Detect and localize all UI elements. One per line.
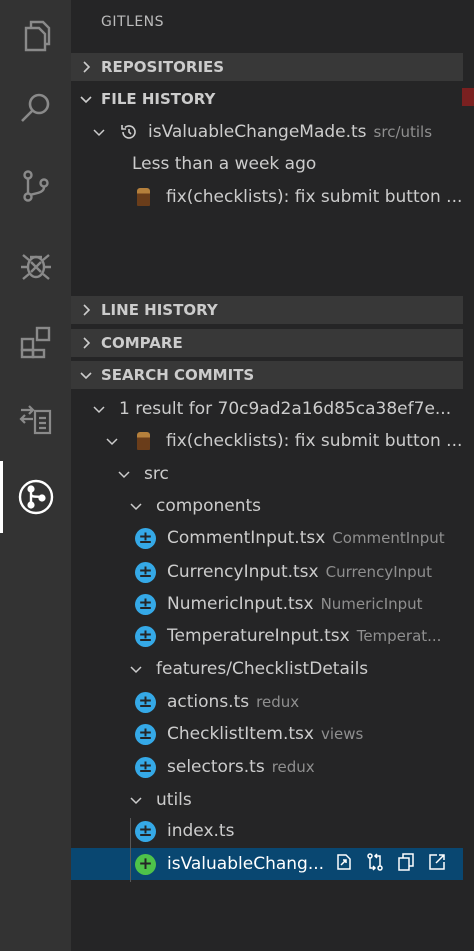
extensions-icon[interactable] — [0, 306, 71, 378]
file-node[interactable]: ± ChecklistItem.tsx views — [71, 718, 463, 750]
file-name: index.ts — [167, 821, 235, 841]
file-name: actions.ts — [167, 692, 250, 712]
folder-node-utils[interactable]: utils — [71, 784, 463, 816]
file-description: Temperat... — [356, 627, 442, 645]
copy-icon[interactable] — [396, 852, 416, 877]
file-name: TemperatureInput.tsx — [167, 626, 350, 646]
search-commit-node[interactable]: fix(checklists): fix submit button ... — [71, 425, 463, 457]
file-history-commit-node[interactable]: fix(checklists): fix submit button ... — [71, 181, 463, 213]
section-line-history[interactable]: LINE HISTORY — [71, 296, 463, 324]
chevron-down-icon — [104, 433, 120, 449]
file-name: ChecklistItem.tsx — [167, 724, 314, 744]
chevron-right-icon — [71, 303, 101, 317]
section-search-commits[interactable]: SEARCH COMMITS — [71, 361, 463, 389]
commit-message: fix(checklists): fix submit button ... — [166, 187, 463, 207]
folder-node-src[interactable]: src — [71, 458, 463, 490]
date-group-node[interactable]: Less than a week ago — [71, 148, 463, 180]
chevron-down-icon — [116, 466, 132, 482]
indent-guide — [130, 818, 131, 882]
gitlens-panel: GITLENS REPOSITORIES FILE HISTORY isValu… — [71, 0, 474, 951]
file-node[interactable]: ± CommentInput.tsx CommentInput — [71, 522, 463, 554]
file-history-file-node[interactable]: isValuableChangeMade.ts src/utils — [71, 116, 463, 148]
section-repositories[interactable]: REPOSITORIES — [71, 53, 463, 81]
file-description: views — [320, 725, 364, 743]
author-avatar — [137, 432, 150, 450]
modified-file-icon: ± — [135, 561, 156, 583]
section-title: FILE HISTORY — [101, 90, 216, 108]
open-external-icon[interactable] — [427, 852, 447, 877]
section-compare[interactable]: COMPARE — [71, 329, 463, 357]
folder-label: utils — [156, 790, 192, 810]
file-node[interactable]: ± actions.ts redux — [71, 686, 463, 718]
source-control-icon[interactable] — [0, 150, 71, 222]
chevron-down-icon — [91, 401, 107, 417]
modified-file-icon: ± — [135, 820, 156, 842]
file-path: src/utils — [373, 123, 433, 141]
file-node[interactable]: ± CurrencyInput.tsx CurrencyInput — [71, 556, 463, 588]
file-name: selectors.ts — [167, 757, 265, 777]
modified-file-icon: ± — [135, 723, 156, 745]
files-icon[interactable] — [0, 0, 71, 72]
open-file-icon[interactable] — [334, 852, 354, 877]
date-group-label: Less than a week ago — [132, 154, 317, 174]
modified-file-icon: ± — [135, 756, 156, 778]
compare-changes-icon[interactable] — [365, 852, 385, 877]
added-file-icon: + — [135, 853, 156, 875]
file-description: redux — [271, 758, 315, 776]
folder-label: src — [144, 464, 169, 484]
section-title: LINE HISTORY — [101, 301, 218, 319]
chevron-down-icon — [71, 92, 101, 106]
activity-bar — [0, 0, 71, 951]
folder-label: features/ChecklistDetails — [156, 659, 369, 679]
modified-file-icon: ± — [135, 691, 156, 713]
file-node[interactable]: ± TemperatureInput.tsx Temperat... — [71, 620, 463, 652]
file-name: NumericInput.tsx — [167, 594, 314, 614]
file-description: NumericInput — [320, 595, 423, 613]
section-title: SEARCH COMMITS — [101, 366, 255, 384]
file-description: redux — [256, 693, 300, 711]
file-name: isValuableChang... — [167, 854, 325, 874]
file-name: CurrencyInput.tsx — [167, 562, 319, 582]
chevron-right-icon — [71, 60, 101, 74]
commit-message: fix(checklists): fix submit button ... — [166, 431, 463, 451]
panel-title: GITLENS — [101, 14, 165, 30]
search-result-node[interactable]: 1 result for 70c9ad2a16d85ca38ef7e... — [71, 393, 463, 425]
folder-label: components — [156, 496, 262, 516]
folder-node-components[interactable]: components — [71, 490, 463, 522]
modified-file-icon: ± — [135, 625, 156, 647]
search-result-label: 1 result for 70c9ad2a16d85ca38ef7e... — [119, 399, 452, 419]
chevron-down-icon — [128, 661, 144, 677]
editor-overview-marker — [462, 88, 474, 106]
section-title: COMPARE — [101, 334, 183, 352]
gitlens-icon[interactable] — [0, 461, 71, 533]
file-description: CommentInput — [332, 529, 445, 547]
file-name: isValuableChangeMade.ts — [148, 122, 367, 142]
chevron-down-icon — [128, 792, 144, 808]
chevron-down-icon — [128, 498, 144, 514]
chevron-right-icon — [71, 336, 101, 350]
file-node[interactable]: ± selectors.ts redux — [71, 751, 463, 783]
section-file-history[interactable]: FILE HISTORY — [71, 85, 463, 113]
modified-file-icon: ± — [135, 527, 156, 549]
chevron-down-icon — [71, 368, 101, 382]
file-description: CurrencyInput — [325, 563, 433, 581]
author-avatar — [137, 188, 150, 206]
file-node[interactable]: ± NumericInput.tsx NumericInput — [71, 588, 463, 620]
section-title: REPOSITORIES — [101, 58, 225, 76]
modified-file-icon: ± — [135, 593, 156, 615]
search-icon[interactable] — [0, 72, 71, 144]
chevron-down-icon — [91, 124, 107, 140]
debug-icon[interactable] — [0, 228, 71, 300]
folder-node-checklist-details[interactable]: features/ChecklistDetails — [71, 653, 463, 685]
remote-explorer-icon[interactable] — [0, 384, 71, 456]
history-icon — [119, 122, 139, 142]
file-name: CommentInput.tsx — [167, 528, 326, 548]
